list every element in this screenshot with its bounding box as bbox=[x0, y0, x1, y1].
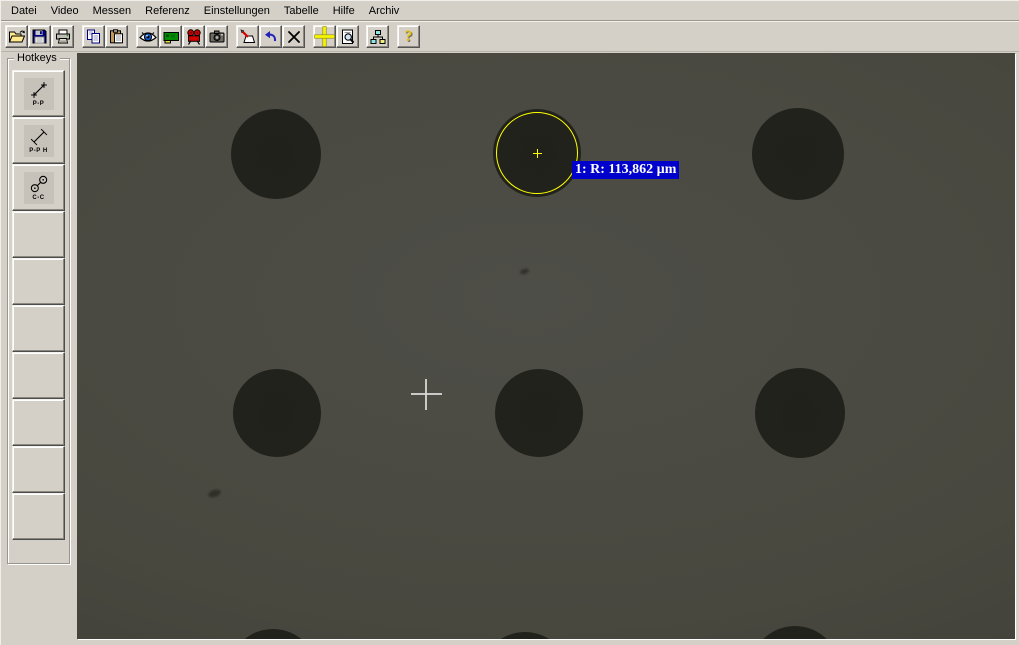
hotkey-empty-button[interactable] bbox=[12, 493, 65, 540]
print-preview-button[interactable] bbox=[336, 25, 359, 48]
hotkey-circle-to-circle-button[interactable]: C-C bbox=[12, 164, 65, 211]
toolbar-group-file bbox=[5, 25, 74, 48]
copy-button[interactable] bbox=[82, 25, 105, 48]
toolbar-group-edit bbox=[236, 25, 305, 48]
menu-messen[interactable]: Messen bbox=[86, 2, 139, 20]
preview-icon bbox=[340, 29, 355, 45]
paste-button[interactable] bbox=[105, 25, 128, 48]
crosshair-overlay-button[interactable] bbox=[313, 25, 336, 48]
hotkeys-title: Hotkeys bbox=[14, 52, 60, 64]
dark-circle-feature bbox=[480, 632, 570, 639]
photo-camera-button[interactable] bbox=[205, 25, 228, 48]
open-folder-icon bbox=[8, 29, 26, 44]
menu-archiv[interactable]: Archiv bbox=[362, 2, 407, 20]
photo-camera-icon bbox=[209, 30, 225, 43]
camera-image-viewport[interactable]: 1: R: 113,862 µm bbox=[77, 53, 1015, 639]
menu-datei[interactable]: Datei bbox=[4, 2, 44, 20]
movie-camera-icon bbox=[186, 29, 202, 45]
measurement-result-label[interactable]: 1: R: 113,862 µm bbox=[572, 161, 679, 179]
menu-hilfe[interactable]: Hilfe bbox=[326, 2, 362, 20]
crosshair-icon bbox=[314, 26, 335, 47]
help-button[interactable]: ? bbox=[397, 25, 420, 48]
hotkey-empty-button[interactable] bbox=[12, 446, 65, 493]
delete-button[interactable] bbox=[282, 25, 305, 48]
toolbar-group-video bbox=[136, 25, 228, 48]
floppy-disk-icon bbox=[32, 29, 47, 44]
toolbar: ? bbox=[1, 21, 1019, 52]
hotkey-empty-button[interactable] bbox=[12, 352, 65, 399]
hotkey-empty-button[interactable] bbox=[12, 399, 65, 446]
toolbar-group-help: ? bbox=[397, 25, 420, 48]
hotkey-point-to-point-button[interactable]: P-P bbox=[12, 70, 65, 117]
dust-speck bbox=[207, 488, 222, 499]
flowchart-icon bbox=[370, 29, 386, 45]
dark-circle-feature bbox=[233, 369, 321, 457]
capture-card-icon bbox=[162, 30, 180, 44]
print-button[interactable] bbox=[51, 25, 74, 48]
toolbar-group-clipboard bbox=[82, 25, 128, 48]
menu-bar: Datei Video Messen Referenz Einstellunge… bbox=[1, 1, 1019, 21]
hotkeys-sidebar: Hotkeys P-P bbox=[1, 53, 77, 645]
live-view-button[interactable] bbox=[136, 25, 159, 48]
dust-speck bbox=[519, 267, 529, 275]
undo-arrow-icon bbox=[263, 30, 278, 43]
toolbar-group-tree bbox=[366, 25, 389, 48]
point-to-point-icon: P-P bbox=[24, 78, 54, 110]
dark-circle-feature bbox=[495, 369, 583, 457]
open-file-button[interactable] bbox=[5, 25, 28, 48]
measurement-tree-button[interactable] bbox=[366, 25, 389, 48]
hotkeys-button-stack: P-P P-P H bbox=[12, 70, 65, 540]
hotkey-label: C-C bbox=[32, 195, 44, 201]
hotkey-label: P-P H bbox=[29, 148, 47, 154]
undo-button[interactable] bbox=[259, 25, 282, 48]
measurement-center-mark bbox=[537, 149, 538, 158]
measurement-app-window: Datei Video Messen Referenz Einstellunge… bbox=[0, 0, 1019, 645]
capture-card-button[interactable] bbox=[159, 25, 182, 48]
hotkey-label: P-P bbox=[33, 101, 45, 107]
hotkey-point-to-line-button[interactable]: P-P H bbox=[12, 117, 65, 164]
paste-icon bbox=[109, 29, 124, 44]
erase-measurement-button[interactable] bbox=[236, 25, 259, 48]
menu-einstellungen[interactable]: Einstellungen bbox=[197, 2, 277, 20]
point-to-line-icon: P-P H bbox=[24, 125, 54, 157]
video-camera-button[interactable] bbox=[182, 25, 205, 48]
save-button[interactable] bbox=[28, 25, 51, 48]
hotkeys-groupbox: Hotkeys P-P bbox=[7, 58, 70, 564]
dark-circle-feature bbox=[231, 109, 321, 199]
circle-to-circle-icon: C-C bbox=[24, 172, 54, 204]
reference-crosshair bbox=[425, 379, 427, 410]
menu-video[interactable]: Video bbox=[44, 2, 86, 20]
dark-circle-feature bbox=[752, 108, 844, 200]
menu-tabelle[interactable]: Tabelle bbox=[277, 2, 326, 20]
dark-circle-feature bbox=[228, 629, 318, 639]
question-mark-icon: ? bbox=[405, 29, 413, 45]
copy-icon bbox=[86, 29, 101, 44]
x-icon bbox=[287, 30, 301, 44]
hotkey-empty-button[interactable] bbox=[12, 305, 65, 352]
printer-icon bbox=[55, 29, 71, 44]
eraser-icon bbox=[240, 29, 256, 44]
dark-circle-feature bbox=[755, 368, 845, 458]
hotkey-empty-button[interactable] bbox=[12, 258, 65, 305]
menu-referenz[interactable]: Referenz bbox=[138, 2, 197, 20]
hotkey-empty-button[interactable] bbox=[12, 211, 65, 258]
toolbar-group-view bbox=[313, 25, 359, 48]
dark-circle-feature bbox=[750, 626, 840, 639]
eye-icon bbox=[139, 30, 157, 44]
